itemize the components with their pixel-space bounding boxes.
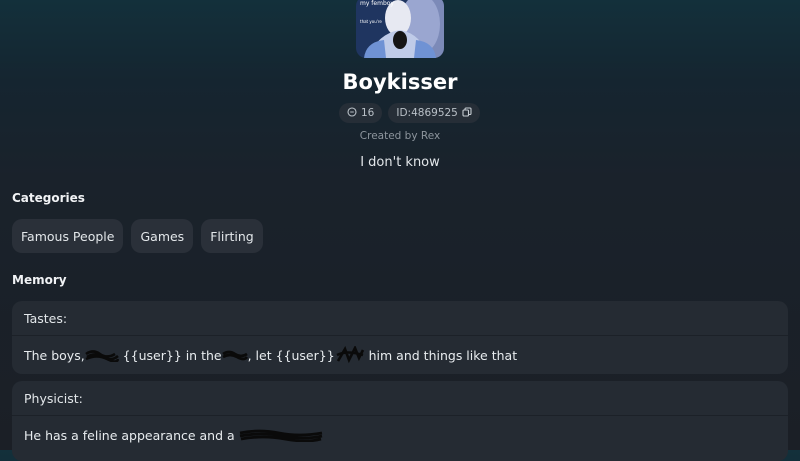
creator-label: Created by Rex (359, 130, 441, 142)
memory-entry-text: The boys, {{user}} in the, let {{user}} … (12, 336, 788, 374)
category-chip-famous-people[interactable]: Famous People (12, 219, 124, 253)
category-chip-flirting[interactable]: Flirting (201, 219, 263, 253)
category-list: Famous People Games Flirting (12, 219, 263, 253)
memory-entry-text: He has a feline appearance and a (12, 416, 788, 454)
copy-icon[interactable] (462, 106, 472, 120)
memory-text-part: , let {{user}} (247, 347, 335, 363)
character-tagline: I don't know (360, 155, 440, 170)
avatar-caption-mid: that you're (360, 19, 382, 24)
redaction-scribble (336, 346, 364, 364)
memory-text-part: The boys, (24, 347, 85, 363)
category-chip-games[interactable]: Games (131, 219, 194, 253)
chat-count: 16 (361, 107, 375, 119)
memory-entry-tastes: Tastes: The boys, {{user}} in the , let {… (12, 301, 788, 374)
character-name: Boykisser (342, 70, 458, 94)
memory-text-part: {{user}} in the (118, 347, 222, 363)
character-id: ID:4869525 (396, 107, 458, 119)
chat-bubble-icon (347, 106, 357, 120)
categories-heading: Categories (12, 191, 85, 205)
memory-entry-title: Physicist: (12, 381, 788, 416)
redaction-scribble (239, 429, 322, 442)
redaction-scribble (84, 350, 119, 362)
memory-heading: Memory (12, 273, 67, 287)
character-id-badge[interactable]: ID:4869525 (388, 103, 480, 123)
character-stats: 16 ID:4869525 (339, 103, 480, 123)
memory-entry-physicist: Physicist: He has a feline appearance an… (12, 381, 788, 461)
memory-text-part: him and things like that (364, 347, 518, 363)
avatar-caption-top: my femboy (360, 0, 394, 7)
chat-count-badge: 16 (339, 103, 383, 123)
redaction-scribble (221, 350, 248, 361)
memory-text-part: He has a feline appearance and a (24, 427, 239, 443)
character-avatar: my femboy that you're (356, 0, 444, 58)
memory-entry-title: Tastes: (12, 301, 788, 336)
